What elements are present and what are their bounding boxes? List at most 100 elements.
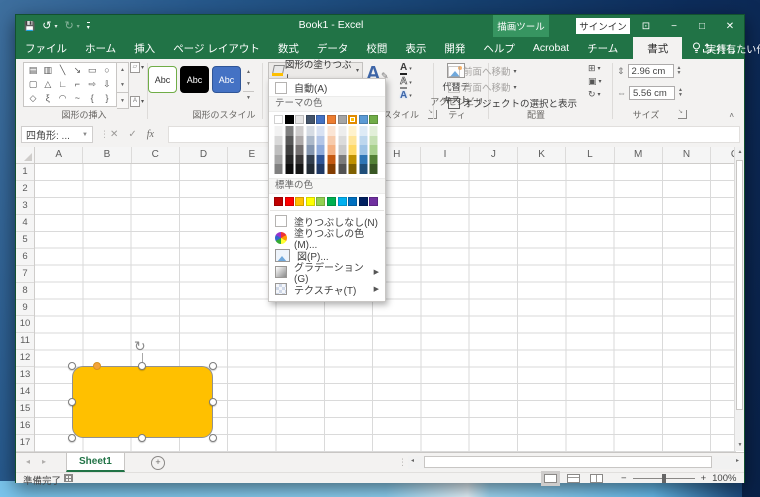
shape-width-input[interactable]: 5.56 cm bbox=[629, 86, 675, 100]
color-swatch[interactable] bbox=[295, 197, 304, 206]
shape-tool-icon[interactable]: ▢ bbox=[26, 78, 40, 91]
color-variant-swatch[interactable] bbox=[285, 155, 294, 165]
color-variant-swatch[interactable] bbox=[359, 164, 368, 174]
color-variant-swatch[interactable] bbox=[359, 145, 368, 155]
row-header-1[interactable]: 1 bbox=[16, 164, 34, 181]
size-dialog-launcher-icon[interactable]: ↘ bbox=[678, 110, 687, 119]
color-variant-swatch[interactable] bbox=[369, 126, 378, 136]
row-header-9[interactable]: 9 bbox=[16, 300, 34, 317]
gallery-more-icon[interactable]: ▼ bbox=[117, 92, 128, 108]
menu-item-gradient[interactable]: グラデーション(G) ▶ bbox=[269, 264, 385, 281]
width-spinner[interactable]: ▲▼ bbox=[678, 88, 683, 98]
color-variant-swatch[interactable] bbox=[359, 136, 368, 146]
column-header-I[interactable]: I bbox=[421, 147, 469, 163]
column-header-C[interactable]: C bbox=[132, 147, 180, 163]
tab-開発[interactable]: 開発 bbox=[435, 37, 474, 59]
color-variant-swatch[interactable] bbox=[369, 164, 378, 174]
row-header-12[interactable]: 12 bbox=[16, 350, 34, 367]
color-variant-swatch[interactable] bbox=[295, 136, 304, 146]
row-header-7[interactable]: 7 bbox=[16, 266, 34, 283]
tab-ホーム[interactable]: ホーム bbox=[76, 37, 125, 59]
page-break-view-icon[interactable] bbox=[590, 474, 603, 483]
row-header-4[interactable]: 4 bbox=[16, 215, 34, 232]
color-variant-swatch[interactable] bbox=[306, 155, 315, 165]
shape-tool-icon[interactable]: △ bbox=[41, 78, 55, 91]
prev-sheet-icon[interactable]: ◂ bbox=[26, 457, 30, 466]
color-swatch[interactable] bbox=[327, 115, 336, 124]
maximize-button[interactable]: □ bbox=[688, 15, 716, 37]
color-variant-swatch[interactable] bbox=[295, 145, 304, 155]
collapse-ribbon-icon[interactable]: ˄ bbox=[729, 111, 734, 120]
rotate-objects-button[interactable]: ↻▾ bbox=[588, 89, 602, 100]
row-header-5[interactable]: 5 bbox=[16, 232, 34, 249]
gallery-down-icon[interactable]: ▼ bbox=[117, 78, 128, 93]
shape-tool-icon[interactable]: { bbox=[85, 92, 99, 105]
color-variant-swatch[interactable] bbox=[327, 136, 336, 146]
vertical-scroll-thumb[interactable] bbox=[736, 160, 743, 410]
vertical-scrollbar[interactable]: ▲ ▼ bbox=[734, 147, 744, 451]
shape-style-thumbnail[interactable]: Abc bbox=[180, 66, 209, 93]
select-all-corner[interactable] bbox=[16, 147, 35, 164]
formula-input[interactable] bbox=[168, 126, 740, 143]
shape-tool-icon[interactable]: } bbox=[100, 92, 114, 105]
shape-tool-icon[interactable]: ⇩ bbox=[100, 78, 114, 91]
macro-record-icon[interactable] bbox=[64, 474, 73, 482]
column-header-K[interactable]: K bbox=[518, 147, 566, 163]
shape-style-thumbnail[interactable]: Abc bbox=[212, 66, 241, 93]
resize-handle-ne[interactable] bbox=[209, 362, 217, 370]
color-variant-swatch[interactable] bbox=[285, 126, 294, 136]
color-variant-swatch[interactable] bbox=[359, 155, 368, 165]
menu-item-texture[interactable]: テクスチャ(T) ▶ bbox=[269, 281, 385, 298]
tab-表示[interactable]: 表示 bbox=[396, 37, 435, 59]
ribbon-display-options-icon[interactable]: ⊡ bbox=[632, 15, 660, 37]
resize-handle-sw[interactable] bbox=[68, 434, 76, 442]
text-fill-button[interactable]: A▾ bbox=[400, 62, 412, 75]
color-variant-swatch[interactable] bbox=[348, 145, 357, 155]
color-variant-swatch[interactable] bbox=[369, 145, 378, 155]
color-variant-swatch[interactable] bbox=[306, 145, 315, 155]
undo-icon[interactable]: ↺ bbox=[42, 18, 51, 34]
color-variant-swatch[interactable] bbox=[316, 126, 325, 136]
edit-shape-button[interactable]: ▱▾ bbox=[130, 62, 144, 73]
row-header-10[interactable]: 10 bbox=[16, 316, 34, 333]
row-header-14[interactable]: 14 bbox=[16, 384, 34, 401]
row-headers[interactable]: 1234567891011121314151617 bbox=[16, 164, 35, 452]
row-header-6[interactable]: 6 bbox=[16, 249, 34, 266]
styles-up-icon[interactable]: ▲ bbox=[243, 66, 254, 78]
color-variant-swatch[interactable] bbox=[274, 164, 283, 174]
color-variant-swatch[interactable] bbox=[369, 155, 378, 165]
color-swatch[interactable] bbox=[359, 197, 368, 206]
tab-ヘルプ[interactable]: ヘルプ bbox=[474, 37, 524, 59]
redo-dropdown-icon[interactable]: ▾ bbox=[77, 23, 80, 30]
color-variant-swatch[interactable] bbox=[327, 126, 336, 136]
styles-down-icon[interactable]: ▼ bbox=[243, 78, 254, 90]
color-swatch[interactable] bbox=[295, 115, 304, 124]
shape-tool-icon[interactable]: ◇ bbox=[26, 92, 40, 105]
name-box-dropdown-icon[interactable]: ▼ bbox=[82, 132, 88, 138]
align-objects-button[interactable]: ⊞▾ bbox=[588, 63, 602, 74]
column-header-N[interactable]: N bbox=[663, 147, 711, 163]
styles-more-icon[interactable]: ▼ bbox=[243, 91, 254, 104]
scroll-down-icon[interactable]: ▼ bbox=[735, 440, 745, 451]
color-variant-swatch[interactable] bbox=[359, 126, 368, 136]
color-variant-swatch[interactable] bbox=[306, 164, 315, 174]
shape-tool-icon[interactable]: ○ bbox=[100, 64, 114, 77]
undo-dropdown-icon[interactable]: ▾ bbox=[54, 23, 57, 30]
column-header-J[interactable]: J bbox=[470, 147, 518, 163]
zoom-in-icon[interactable]: + bbox=[701, 473, 707, 484]
color-variant-swatch[interactable] bbox=[348, 126, 357, 136]
tab-チーム[interactable]: チーム bbox=[578, 37, 627, 59]
rounded-rectangle-shape[interactable] bbox=[72, 366, 213, 438]
shape-tool-icon[interactable]: ⌐ bbox=[70, 78, 84, 91]
resize-handle-w[interactable] bbox=[68, 398, 76, 406]
color-variant-swatch[interactable] bbox=[295, 155, 304, 165]
color-variant-swatch[interactable] bbox=[316, 155, 325, 165]
scroll-right-icon[interactable]: ▸ bbox=[736, 457, 739, 464]
color-swatch[interactable] bbox=[338, 197, 347, 206]
color-swatch[interactable] bbox=[285, 115, 294, 124]
color-swatch[interactable] bbox=[274, 197, 283, 206]
color-variant-swatch[interactable] bbox=[285, 136, 294, 146]
menu-item-automatic[interactable]: 自動(A) bbox=[269, 79, 385, 96]
row-header-15[interactable]: 15 bbox=[16, 401, 34, 418]
color-variant-swatch[interactable] bbox=[338, 136, 347, 146]
